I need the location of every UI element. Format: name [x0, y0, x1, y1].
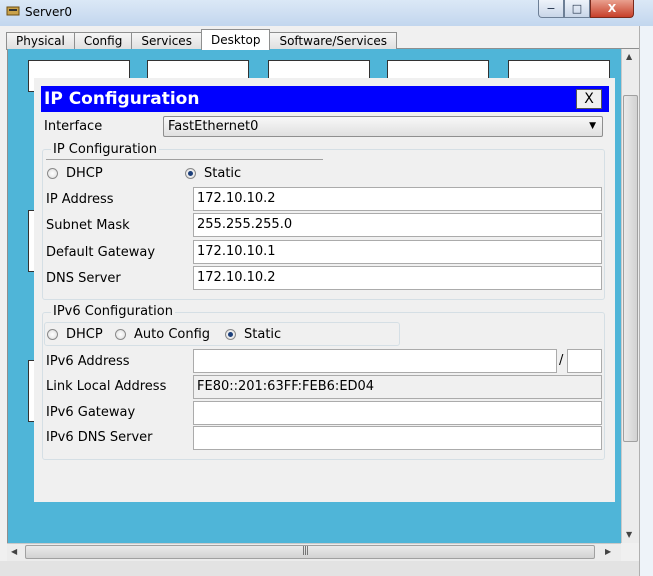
ipv4-dhcp-label: DHCP [66, 166, 103, 181]
ipv6-static-radio[interactable] [225, 329, 236, 340]
scroll-grip-icon: ||| [302, 546, 309, 556]
interface-label: Interface [44, 119, 103, 134]
dns-server-label: DNS Server [46, 271, 121, 286]
server-app-icon [6, 6, 20, 16]
window-title: Server0 [25, 5, 72, 19]
interface-value: FastEthernet0 [168, 119, 259, 134]
scroll-right-arrow-icon[interactable]: ▶ [605, 547, 611, 556]
ipv4-static-label: Static [204, 166, 242, 181]
ipv6-address-label: IPv6 Address [46, 354, 130, 369]
ipv6-auto-config-radio[interactable] [115, 329, 126, 340]
window-close-button[interactable]: X [590, 0, 634, 18]
ipv4-caption: IP Configuration [51, 142, 159, 157]
scroll-down-arrow-icon[interactable]: ▼ [626, 530, 632, 539]
ipv6-dhcp-radio[interactable] [47, 329, 58, 340]
ipv4-dhcp-radio[interactable] [47, 168, 58, 179]
link-local-address-field: FE80::201:63FF:FEB6:ED04 [193, 375, 602, 399]
ipv6-gateway-input[interactable] [193, 401, 602, 425]
tab-services[interactable]: Services [131, 32, 202, 50]
chevron-down-icon: ▼ [589, 121, 596, 131]
tab-config[interactable]: Config [73, 32, 133, 50]
interface-select[interactable]: FastEthernet0 ▼ [163, 116, 603, 137]
window-controls: − □ X [538, 0, 634, 19]
tab-software-services[interactable]: Software/Services [269, 32, 397, 50]
horizontal-scroll-thumb[interactable] [25, 545, 595, 559]
scroll-left-arrow-icon[interactable]: ◀ [11, 547, 17, 556]
ipv6-gateway-label: IPv6 Gateway [46, 405, 136, 420]
ipv4-static-radio[interactable] [185, 168, 196, 179]
ipv6-caption: IPv6 Configuration [51, 304, 175, 319]
vertical-scroll-thumb[interactable] [623, 95, 638, 442]
dialog-title: IP Configuration [41, 86, 609, 112]
ipv6-static-label: Static [244, 327, 282, 342]
ipv6-dns-server-input[interactable] [193, 426, 602, 450]
ipv6-dhcp-label: DHCP [66, 327, 103, 342]
default-gateway-label: Default Gateway [46, 245, 156, 260]
tab-physical[interactable]: Physical [6, 32, 75, 50]
status-bar [0, 561, 639, 576]
scroll-up-arrow-icon[interactable]: ▲ [626, 52, 632, 61]
ipv4-caption-rule [46, 159, 323, 160]
prefix-separator: / [559, 353, 564, 368]
dns-server-input[interactable]: 172.10.10.2 [193, 266, 602, 290]
tab-bar: Physical Config Services Desktop Softwar… [6, 29, 397, 50]
ipv6-prefix-input[interactable] [567, 349, 602, 373]
ipv6-dns-server-label: IPv6 DNS Server [46, 430, 153, 445]
ip-address-label: IP Address [46, 192, 114, 207]
ip-address-input[interactable]: 172.10.10.2 [193, 187, 602, 211]
dialog-close-button[interactable]: X [576, 89, 602, 109]
subnet-mask-label: Subnet Mask [46, 218, 130, 233]
background-window-edge [639, 26, 653, 576]
minimize-button[interactable]: − [538, 0, 564, 18]
maximize-button[interactable]: □ [564, 0, 590, 18]
default-gateway-input[interactable]: 172.10.10.1 [193, 240, 602, 264]
subnet-mask-input[interactable]: 255.255.255.0 [193, 213, 602, 237]
link-local-address-label: Link Local Address [46, 379, 167, 394]
ipv6-address-input[interactable] [193, 349, 557, 373]
tab-desktop[interactable]: Desktop [200, 29, 271, 50]
ipv6-auto-config-label: Auto Config [134, 327, 211, 342]
